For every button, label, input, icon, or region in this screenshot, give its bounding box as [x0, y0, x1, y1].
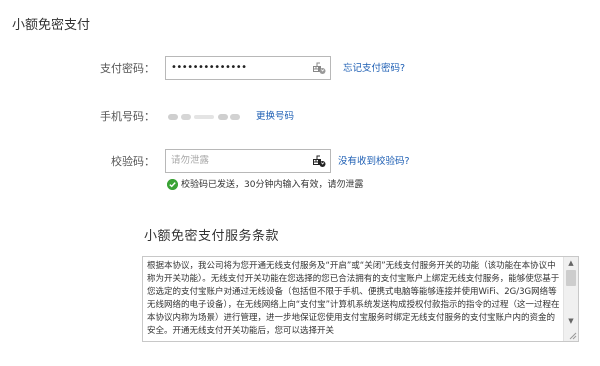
phone-row: 手机号码： 更换号码	[0, 104, 600, 130]
keyboard-icon[interactable]	[312, 154, 326, 168]
code-label: 校验码：	[111, 155, 155, 168]
code-field[interactable]: 请勿泄露	[165, 149, 331, 173]
code-placeholder: 请勿泄露	[171, 155, 210, 166]
code-row: 校验码： 请勿泄露 没有收到校验码?	[0, 149, 600, 175]
page-title: 小额免密支付	[12, 18, 91, 33]
change-number-link[interactable]: 更换号码	[256, 104, 294, 130]
password-value: ••••••••••••••	[171, 62, 247, 73]
scroll-down-icon[interactable]: ▼	[564, 315, 578, 328]
code-sent-text: 校验码已发送，30分钟内输入有效，请勿泄露	[181, 180, 364, 190]
password-row: 支付密码： •••••••••••••• 忘记支付密码?	[0, 56, 600, 82]
resize-grip-icon[interactable]	[567, 330, 577, 340]
terms-text: 根据本协议，我公司将为您开通无线支付服务及“开启”或“关闭”无线支付服务开关的功…	[147, 261, 560, 336]
terms-title: 小额免密支付服务条款	[144, 229, 280, 244]
scroll-thumb[interactable]	[566, 270, 576, 286]
phone-label: 手机号码：	[100, 110, 155, 123]
password-label: 支付密码：	[100, 62, 155, 75]
phone-number-redacted	[168, 114, 240, 120]
keyboard-icon[interactable]	[312, 61, 326, 75]
terms-textarea[interactable]: 根据本协议，我公司将为您开通无线支付服务及“开启”或“关闭”无线支付服务开关的功…	[142, 256, 579, 342]
forgot-password-link[interactable]: 忘记支付密码?	[343, 56, 405, 82]
code-not-received-link[interactable]: 没有收到校验码?	[338, 149, 410, 175]
scroll-up-icon[interactable]: ▲	[564, 257, 578, 270]
terms-scrollbar[interactable]: ▲ ▼	[563, 257, 578, 341]
check-circle-icon	[167, 179, 178, 190]
password-field[interactable]: ••••••••••••••	[165, 56, 331, 80]
